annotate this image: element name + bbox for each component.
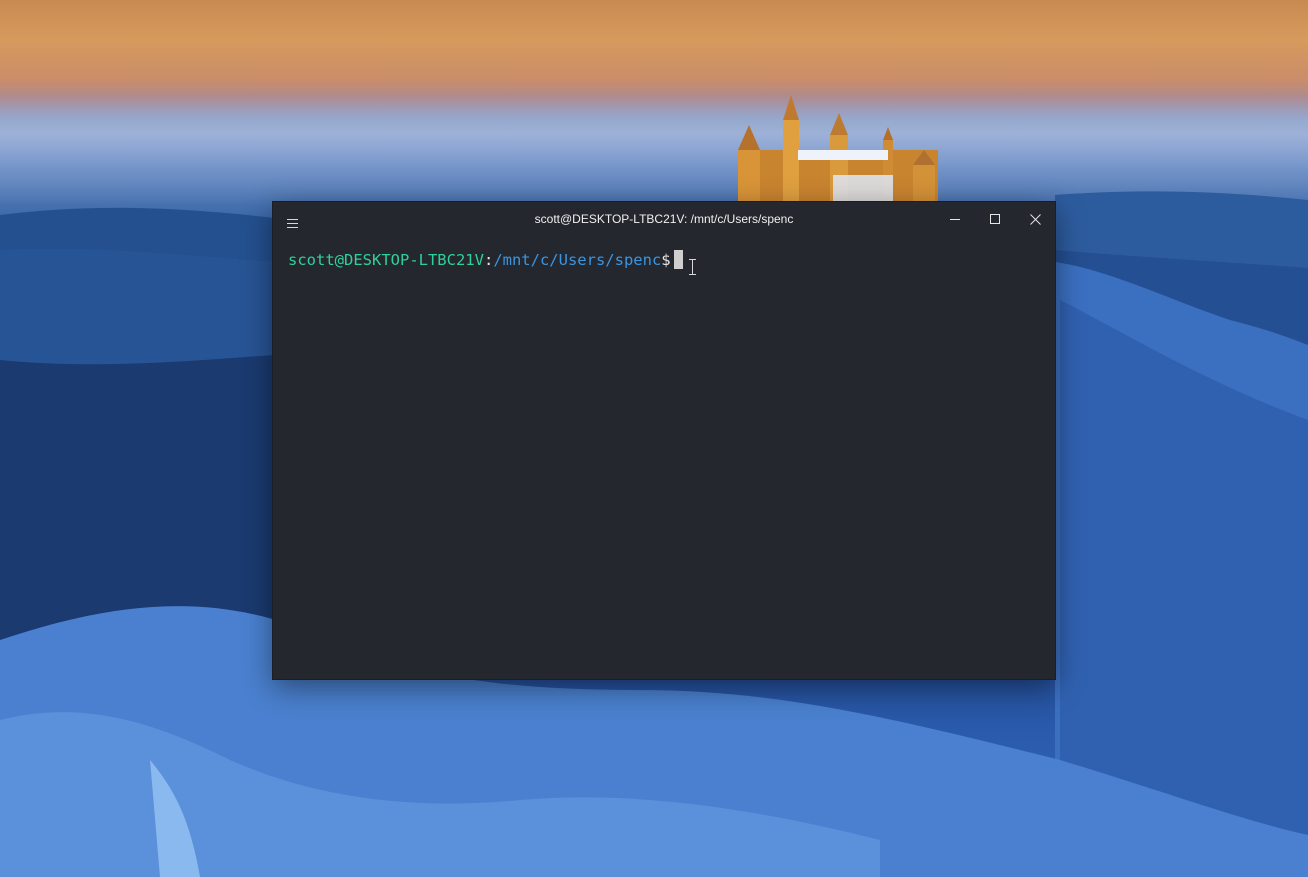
terminal-output[interactable]: scott@DESKTOP-LTBC21V:/mnt/c/Users/spenc… [273,236,1055,270]
close-button[interactable] [1015,202,1055,236]
maximize-icon [989,213,1000,224]
prompt-separator: : [483,251,494,269]
desktop: scott@DESKTOP-LTBC21V: /mnt/c/Users/spen… [0,0,1308,877]
terminal-titlebar[interactable]: scott@DESKTOP-LTBC21V: /mnt/c/Users/spen… [273,202,1055,236]
close-icon [1029,213,1041,225]
maximize-button[interactable] [975,202,1015,236]
i-beam-cursor-icon [688,259,697,279]
prompt-symbol: $ [661,251,671,269]
window-controls [935,202,1055,236]
text-cursor [673,250,683,269]
minimize-icon [949,218,960,220]
terminal-window[interactable]: scott@DESKTOP-LTBC21V: /mnt/c/Users/spen… [273,202,1055,679]
prompt-user-host: scott@DESKTOP-LTBC21V [288,251,484,269]
prompt-path: /mnt/c/Users/spenc [493,251,662,269]
castle-image [738,95,938,202]
minimize-button[interactable] [935,202,975,236]
